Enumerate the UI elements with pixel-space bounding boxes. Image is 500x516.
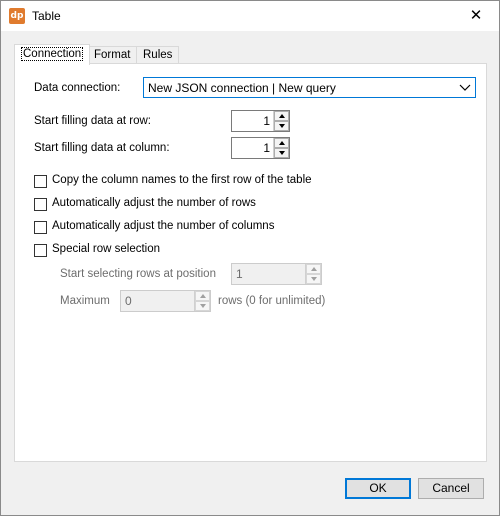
special-row-selection-checkbox[interactable] xyxy=(34,244,47,257)
start-position-increment[interactable] xyxy=(306,264,321,274)
arrow-down-icon xyxy=(200,304,206,308)
maximum-suffix-label: rows (0 for unlimited) xyxy=(218,295,326,307)
start-position-stepper[interactable]: 1 xyxy=(231,263,322,285)
ok-button[interactable]: OK xyxy=(345,478,411,499)
arrow-up-icon xyxy=(200,294,206,298)
chevron-down-icon xyxy=(459,84,471,91)
start-row-label: Start filling data at row: xyxy=(34,115,151,127)
maximum-decrement[interactable] xyxy=(195,301,210,311)
start-column-label: Start filling data at column: xyxy=(34,142,170,154)
start-column-increment[interactable] xyxy=(274,138,289,148)
maximum-stepper[interactable]: 0 xyxy=(120,290,211,312)
start-position-label: Start selecting rows at position xyxy=(60,268,216,280)
arrow-up-icon xyxy=(279,114,285,118)
start-row-increment[interactable] xyxy=(274,111,289,121)
data-connection-select[interactable]: New JSON connection | New query xyxy=(143,77,476,98)
start-column-value: 1 xyxy=(263,141,270,155)
tab-format-label: Format xyxy=(94,49,131,61)
start-row-stepper[interactable]: 1 xyxy=(231,110,290,132)
tab-rules[interactable]: Rules xyxy=(136,46,180,64)
maximum-label: Maximum xyxy=(60,295,110,307)
title-bar: dp Table ✕ xyxy=(1,1,499,31)
arrow-down-icon xyxy=(279,151,285,155)
tab-rules-label: Rules xyxy=(143,49,173,61)
adjust-rows-checkbox[interactable] xyxy=(34,198,47,211)
start-row-value: 1 xyxy=(263,114,270,128)
arrow-down-icon xyxy=(311,277,317,281)
data-connection-label: Data connection: xyxy=(34,82,121,94)
tab-connection-label: Connection xyxy=(21,47,84,61)
copy-column-names-label: Copy the column names to the first row o… xyxy=(52,174,312,186)
arrow-down-icon xyxy=(279,124,285,128)
cancel-button[interactable]: Cancel xyxy=(418,478,484,499)
tab-connection[interactable]: Connection xyxy=(14,44,91,65)
start-column-decrement[interactable] xyxy=(274,148,289,158)
data-connection-value: New JSON connection | New query xyxy=(148,81,336,95)
tab-format[interactable]: Format xyxy=(87,46,138,64)
adjust-rows-label: Automatically adjust the number of rows xyxy=(52,197,256,209)
special-row-selection-label: Special row selection xyxy=(52,243,161,255)
close-icon: ✕ xyxy=(469,7,483,24)
app-logo-icon: dp xyxy=(9,8,25,24)
close-button[interactable]: ✕ xyxy=(453,1,499,31)
maximum-value: 0 xyxy=(125,294,132,308)
start-position-value: 1 xyxy=(236,267,243,281)
window-title: Table xyxy=(32,9,61,23)
copy-column-names-checkbox[interactable] xyxy=(34,175,47,188)
arrow-up-icon xyxy=(279,141,285,145)
start-column-stepper[interactable]: 1 xyxy=(231,137,290,159)
maximum-increment[interactable] xyxy=(195,291,210,301)
arrow-up-icon xyxy=(311,267,317,271)
adjust-columns-checkbox[interactable] xyxy=(34,221,47,234)
start-position-decrement[interactable] xyxy=(306,274,321,284)
start-row-decrement[interactable] xyxy=(274,121,289,131)
adjust-columns-label: Automatically adjust the number of colum… xyxy=(52,220,275,232)
